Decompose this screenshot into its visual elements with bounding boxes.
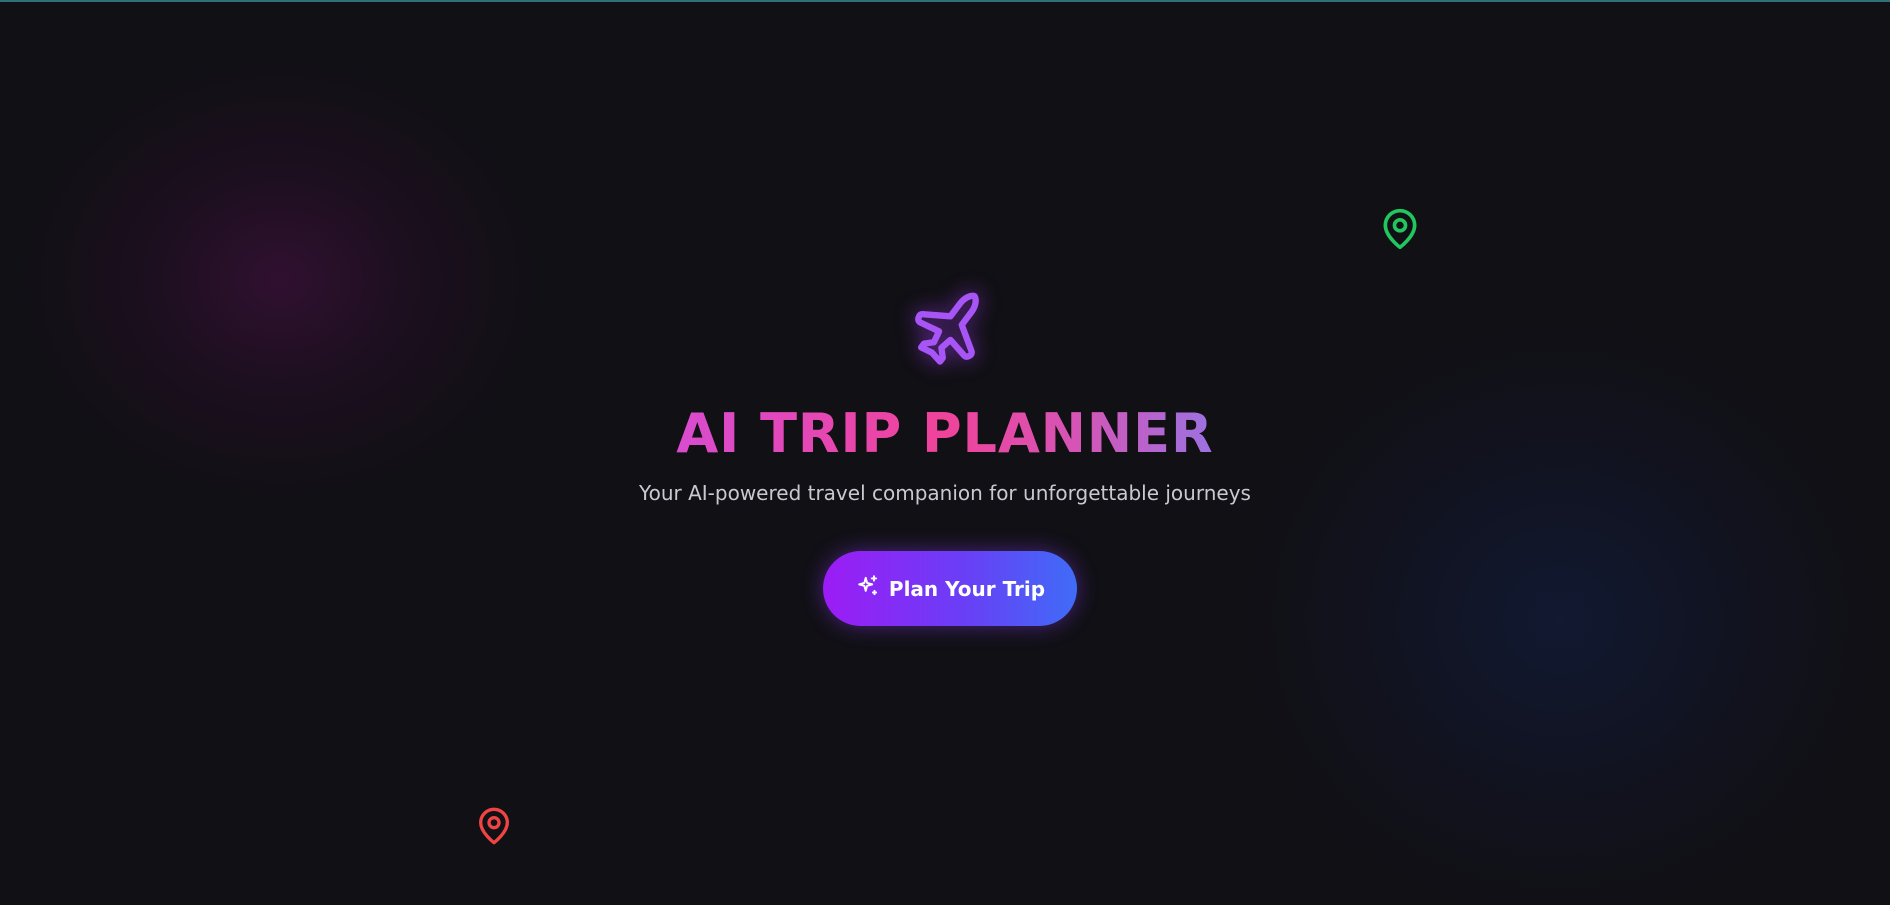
sparkles-icon bbox=[855, 573, 881, 604]
plan-your-trip-button[interactable]: Plan Your Trip bbox=[823, 551, 1077, 626]
page-title: AI TRIP PLANNER bbox=[0, 398, 1890, 470]
airplane-icon bbox=[904, 290, 994, 370]
page-subtitle: Your AI-powered travel companion for unf… bbox=[639, 481, 1251, 505]
landing-page: AI TRIP PLANNER Your AI-powered travel c… bbox=[0, 0, 1890, 905]
map-pin-icon bbox=[1378, 204, 1422, 254]
top-border-line bbox=[0, 0, 1890, 2]
plan-your-trip-label: Plan Your Trip bbox=[888, 576, 1046, 601]
map-pin-icon bbox=[474, 803, 514, 849]
page-title-text: AI TRIP PLANNER bbox=[676, 398, 1213, 470]
